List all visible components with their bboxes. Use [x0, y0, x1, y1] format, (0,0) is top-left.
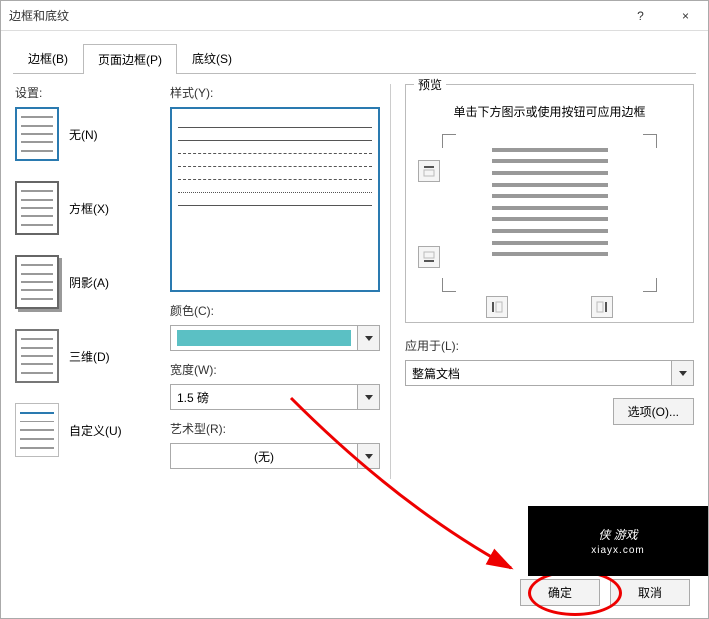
tab-shading[interactable]: 底纹(S) [177, 43, 247, 73]
border-top-toggle[interactable] [418, 160, 440, 182]
width-dropdown-button[interactable] [357, 385, 379, 409]
preset-shadow[interactable]: 阴影(A) [15, 255, 160, 309]
art-value: (无) [254, 448, 274, 465]
preset-3d-icon [15, 329, 59, 383]
preset-custom[interactable]: 自定义(U) [15, 403, 160, 457]
preset-none[interactable]: 无(N) [15, 107, 160, 161]
watermark-url: xiayx.com [591, 545, 644, 556]
color-swatch [177, 330, 351, 346]
line-style-list[interactable] [170, 107, 380, 292]
preset-custom-label: 自定义(U) [69, 422, 122, 439]
preset-shadow-label: 阴影(A) [69, 274, 109, 291]
preset-custom-icon [15, 403, 59, 457]
tab-borders[interactable]: 边框(B) [13, 43, 83, 73]
style-label: 样式(Y): [170, 84, 380, 101]
color-label: 颜色(C): [170, 302, 380, 319]
art-dropdown-button[interactable] [357, 444, 379, 468]
style-option[interactable] [178, 166, 372, 167]
art-label: 艺术型(R): [170, 420, 380, 437]
preview-column: 预览 单击下方图示或使用按钮可应用边框 [390, 84, 694, 479]
corner-marker [643, 278, 657, 292]
art-combo[interactable]: (无) [170, 443, 380, 469]
help-icon: ? [637, 9, 644, 23]
help-button[interactable]: ? [618, 1, 663, 31]
preset-3d-label: 三维(D) [69, 348, 110, 365]
close-button[interactable]: × [663, 1, 708, 31]
style-option[interactable] [178, 192, 372, 193]
settings-label: 设置: [15, 84, 160, 101]
title-bar: 边框和底纹 ? × [1, 1, 708, 31]
style-column: 样式(Y): 颜色(C): 宽度(W) [170, 84, 380, 479]
chevron-down-icon [365, 336, 373, 341]
style-option[interactable] [178, 205, 372, 206]
cancel-button[interactable]: 取消 [610, 579, 690, 606]
preset-box[interactable]: 方框(X) [15, 181, 160, 235]
corner-marker [442, 278, 456, 292]
preset-3d[interactable]: 三维(D) [15, 329, 160, 383]
ok-button[interactable]: 确定 [520, 579, 600, 606]
tab-strip: 边框(B) 页面边框(P) 底纹(S) [1, 31, 708, 73]
tab-page-borders[interactable]: 页面边框(P) [83, 44, 177, 74]
width-value: 1.5 磅 [177, 389, 209, 406]
color-dropdown-button[interactable] [357, 326, 379, 350]
dialog-footer: 确定 取消 [520, 579, 690, 606]
corner-marker [643, 134, 657, 148]
settings-column: 设置: 无(N) 方框(X) 阴影(A) [15, 84, 160, 479]
chevron-down-icon [365, 395, 373, 400]
width-label: 宽度(W): [170, 361, 380, 378]
apply-to-combo[interactable]: 整篇文档 [405, 360, 694, 386]
preset-box-icon [15, 181, 59, 235]
close-icon: × [682, 9, 689, 23]
apply-to-label: 应用于(L): [405, 337, 694, 354]
preset-none-icon [15, 107, 59, 161]
watermark-text: 侠 游戏 [598, 526, 637, 543]
color-combo[interactable] [170, 325, 380, 351]
preset-shadow-icon [15, 255, 59, 309]
border-left-toggle[interactable] [486, 296, 508, 318]
style-option[interactable] [178, 140, 372, 141]
dialog-title: 边框和底纹 [9, 7, 618, 24]
apply-to-dropdown-button[interactable] [671, 361, 693, 385]
preview-hint: 单击下方图示或使用按钮可应用边框 [416, 103, 683, 120]
border-bottom-toggle[interactable] [418, 246, 440, 268]
preset-box-label: 方框(X) [69, 200, 109, 217]
corner-marker [442, 134, 456, 148]
border-right-toggle[interactable] [591, 296, 613, 318]
preset-none-label: 无(N) [69, 126, 98, 143]
style-option[interactable] [178, 153, 372, 154]
style-option[interactable] [178, 179, 372, 180]
style-option[interactable] [178, 127, 372, 128]
options-button[interactable]: 选项(O)... [613, 398, 694, 425]
preview-canvas [416, 132, 683, 312]
chevron-down-icon [365, 454, 373, 459]
width-combo[interactable]: 1.5 磅 [170, 384, 380, 410]
preview-legend: 预览 [414, 76, 446, 93]
borders-shading-dialog: 边框和底纹 ? × 边框(B) 页面边框(P) 底纹(S) 设置: 无(N) 方… [0, 0, 709, 619]
preview-fieldset: 预览 单击下方图示或使用按钮可应用边框 [405, 84, 694, 323]
watermark: 侠 游戏 xiayx.com [528, 506, 708, 576]
preview-page[interactable] [480, 132, 620, 272]
chevron-down-icon [679, 371, 687, 376]
apply-to-value: 整篇文档 [412, 365, 460, 382]
